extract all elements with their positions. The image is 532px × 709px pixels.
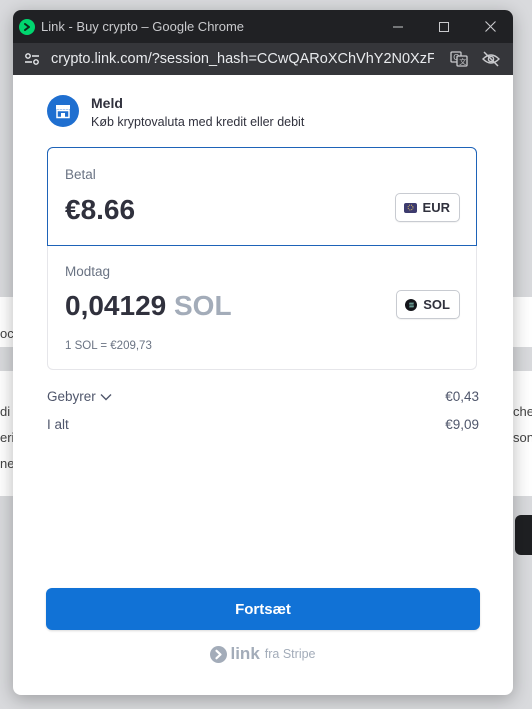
tune-icon bbox=[25, 53, 39, 65]
window-title: Link - Buy crypto – Google Chrome bbox=[41, 19, 245, 34]
pay-label: Betal bbox=[65, 167, 96, 182]
receive-currency-selector[interactable]: SOL bbox=[396, 290, 460, 319]
title-bar: Link - Buy crypto – Google Chrome bbox=[13, 10, 513, 43]
checkout-content: Meld Køb kryptovaluta med kredit eller d… bbox=[13, 75, 513, 695]
total-label: I alt bbox=[47, 417, 69, 432]
store-icon bbox=[47, 95, 79, 127]
merchant-name: Meld bbox=[91, 95, 123, 111]
receive-amount-field[interactable]: Modtag 0,04129 SOL SOL 1 SOL = €209,73 bbox=[47, 246, 477, 370]
fees-label: Gebyrer bbox=[47, 389, 96, 404]
background-text: che bbox=[513, 404, 532, 419]
maximize-icon bbox=[439, 21, 449, 32]
url-text[interactable]: crypto.link.com/?session_hash=CCwQARoXCh… bbox=[51, 51, 434, 67]
exchange-rate: 1 SOL = €209,73 bbox=[65, 340, 152, 352]
chevron-down-icon bbox=[100, 393, 112, 400]
minimize-icon bbox=[393, 26, 403, 27]
maximize-button[interactable] bbox=[421, 10, 467, 43]
svg-text:文: 文 bbox=[459, 57, 466, 66]
fees-value: €0,43 bbox=[445, 389, 479, 404]
receive-amount-unit: SOL bbox=[174, 290, 232, 321]
background-text: di bbox=[0, 404, 11, 419]
link-app-icon bbox=[19, 18, 35, 35]
powered-by-footer: link fra Stripe bbox=[13, 644, 513, 664]
link-logo-text: link bbox=[230, 644, 260, 663]
site-info-button[interactable] bbox=[21, 48, 43, 70]
eye-off-icon[interactable] bbox=[481, 49, 501, 69]
receive-amount: 0,04129 SOL bbox=[65, 290, 232, 322]
merchant-subtitle: Køb kryptovaluta med kredit eller debit bbox=[91, 115, 305, 129]
receive-label: Modtag bbox=[65, 264, 111, 279]
popup-window: Link - Buy crypto – Google Chrome crypto… bbox=[13, 10, 513, 695]
euro-flag-icon bbox=[403, 202, 417, 213]
merchant-header: Meld Køb kryptovaluta med kredit eller d… bbox=[47, 95, 304, 129]
close-icon bbox=[484, 21, 496, 32]
total-row: I alt €9,09 bbox=[47, 417, 479, 432]
background-text: son bbox=[513, 430, 532, 445]
total-value: €9,09 bbox=[445, 417, 479, 432]
background-text: eri bbox=[0, 430, 13, 445]
pay-currency-selector[interactable]: EUR bbox=[394, 193, 460, 222]
translate-icon[interactable]: G 文 bbox=[449, 49, 469, 69]
background-text: oc bbox=[0, 326, 13, 341]
close-button[interactable] bbox=[467, 10, 513, 43]
solana-icon bbox=[405, 298, 418, 311]
background-text: ne bbox=[0, 456, 13, 471]
receive-amount-value: 0,04129 bbox=[65, 290, 167, 321]
receive-currency-code: SOL bbox=[423, 297, 450, 312]
background-dark-button bbox=[515, 515, 532, 555]
pay-amount-value[interactable]: €8.66 bbox=[65, 194, 135, 226]
minimize-button[interactable] bbox=[375, 10, 421, 43]
footer-by-stripe: fra Stripe bbox=[264, 647, 316, 661]
address-bar: crypto.link.com/?session_hash=CCwQARoXCh… bbox=[13, 43, 513, 75]
fees-row: Gebyrer €0,43 bbox=[47, 389, 479, 404]
link-logo-icon bbox=[210, 645, 228, 663]
pay-amount-field[interactable]: Betal €8.66 EUR bbox=[47, 147, 477, 246]
fees-toggle[interactable]: Gebyrer bbox=[47, 389, 112, 404]
continue-button[interactable]: Fortsæt bbox=[46, 588, 480, 630]
pay-currency-code: EUR bbox=[422, 200, 450, 215]
